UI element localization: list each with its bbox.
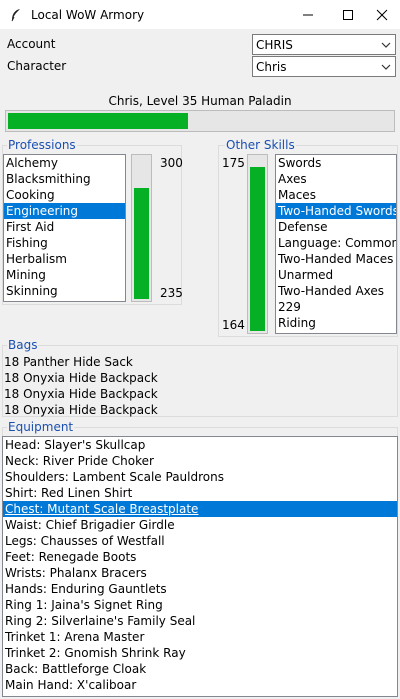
other-skill-item[interactable]: Language: Common: [276, 235, 396, 251]
bags-list: 18 Panther Hide Sack 18 Onyxia Hide Backp…: [4, 354, 158, 418]
other-skill-item[interactable]: Two-Handed Maces: [276, 251, 396, 267]
equipment-item[interactable]: Ring 1: Jaina's Signet Ring: [3, 597, 397, 613]
bags-title: Bags: [7, 338, 39, 352]
other-skill-item[interactable]: Two-Handed Swords: [276, 203, 396, 219]
profession-item[interactable]: Mining: [4, 267, 125, 283]
equipment-item[interactable]: Ring 2: Silverlaine's Family Seal: [3, 613, 397, 629]
other-skill-item[interactable]: Maces: [276, 187, 396, 203]
other-skill-item[interactable]: Defense: [276, 219, 396, 235]
profession-skill-fill: [134, 188, 149, 299]
equipment-title: Equipment: [7, 420, 75, 434]
equipment-item[interactable]: Chest: Mutant Scale Breastplate: [3, 501, 397, 517]
profession-item[interactable]: Skinning: [4, 283, 125, 299]
character-label: Character: [7, 59, 67, 73]
bag-item: 18 Panther Hide Sack: [4, 355, 133, 369]
equipment-item[interactable]: Legs: Chausses of Westfall: [3, 533, 397, 549]
character-summary: Chris, Level 35 Human Paladin: [108, 94, 292, 108]
other-skill-current: 164: [222, 318, 245, 332]
other-skill-item[interactable]: Axes: [276, 171, 396, 187]
feather-icon: [9, 8, 23, 22]
equipment-item[interactable]: Back: Battleforge Cloak: [3, 661, 397, 677]
other-skill-item[interactable]: Unarmed: [276, 267, 396, 283]
xp-progress-fill: [8, 113, 189, 129]
equipment-item[interactable]: Shoulders: Lambent Scale Pauldrons: [3, 469, 397, 485]
equipment-item[interactable]: Trinket 1: Arena Master: [3, 629, 397, 645]
professions-title: Professions: [7, 138, 77, 152]
profession-item[interactable]: Fishing: [4, 235, 125, 251]
account-label: Account: [7, 37, 56, 51]
profession-item[interactable]: Engineering: [4, 203, 125, 219]
other-skill-bar: [247, 154, 268, 334]
other-skill-item[interactable]: 229: [276, 299, 396, 315]
profession-skill-max: 300: [160, 156, 183, 170]
equipment-item[interactable]: Feet: Renegade Boots: [3, 549, 397, 565]
minimize-button[interactable]: [290, 0, 326, 29]
equipment-list[interactable]: Head: Slayer's Skullcap Neck: River Pride…: [2, 436, 398, 697]
profession-item[interactable]: Cooking: [4, 187, 125, 203]
profession-item[interactable]: First Aid: [4, 219, 125, 235]
profession-item[interactable]: Alchemy: [4, 155, 125, 171]
other-skill-fill: [250, 167, 265, 331]
profession-item[interactable]: Herbalism: [4, 251, 125, 267]
equipment-item[interactable]: Hands: Enduring Gauntlets: [3, 581, 397, 597]
xp-progress-bar: [5, 110, 395, 132]
bag-item: 18 Onyxia Hide Backpack: [4, 403, 158, 417]
account-select[interactable]: CHRIS: [252, 34, 396, 55]
other-skills-title: Other Skills: [225, 138, 296, 152]
equipment-item[interactable]: Shirt: Red Linen Shirt: [3, 485, 397, 501]
profession-skill-bar: [131, 154, 152, 302]
other-skill-item[interactable]: Two-Handed Axes: [276, 283, 396, 299]
character-select-value: Chris: [256, 59, 287, 74]
other-skill-max: 175: [222, 156, 245, 170]
chevron-down-icon: [381, 39, 391, 49]
equipment-item[interactable]: Neck: River Pride Choker: [3, 453, 397, 469]
other-skills-list[interactable]: Swords Axes Maces Two-Handed Swords Defense L…: [275, 154, 397, 334]
other-skill-item[interactable]: Swords: [276, 155, 396, 171]
equipment-item[interactable]: Trinket 2: Gnomish Shrink Ray: [3, 645, 397, 661]
profession-skill-current: 235: [160, 286, 183, 300]
equipment-item[interactable]: Main Hand: X'caliboar: [3, 677, 397, 693]
maximize-button[interactable]: [330, 0, 366, 29]
equipment-item[interactable]: Wrists: Phalanx Bracers: [3, 565, 397, 581]
chevron-down-icon: [381, 61, 391, 71]
professions-list[interactable]: Alchemy Blacksmithing Cooking Engineering Fi…: [3, 154, 126, 302]
title-bar: Local WoW Armory: [0, 0, 400, 29]
account-select-value: CHRIS: [256, 37, 293, 52]
other-skill-item[interactable]: Riding: [276, 315, 396, 331]
character-select[interactable]: Chris: [252, 56, 396, 77]
close-button[interactable]: [364, 0, 400, 29]
window-title: Local WoW Armory: [31, 7, 145, 22]
equipment-item[interactable]: Head: Slayer's Skullcap: [3, 437, 397, 453]
profession-item[interactable]: Blacksmithing: [4, 171, 125, 187]
bag-item: 18 Onyxia Hide Backpack: [4, 371, 158, 385]
equipment-item[interactable]: Waist: Chief Brigadier Girdle: [3, 517, 397, 533]
bag-item: 18 Onyxia Hide Backpack: [4, 387, 158, 401]
